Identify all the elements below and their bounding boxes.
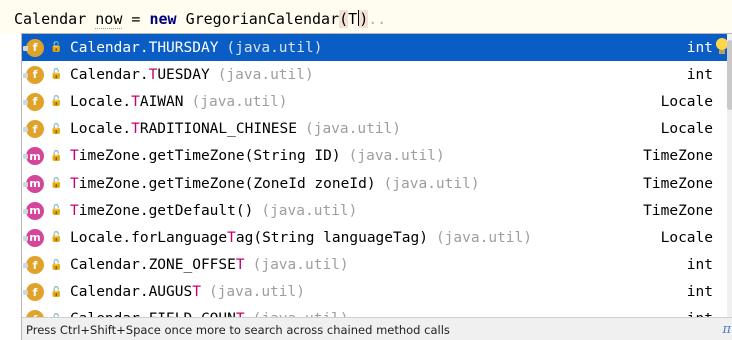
completion-item[interactable]: m 🔓 Locale.forLanguageTag(String languageT…: [22, 224, 727, 251]
typed-text: T: [348, 10, 358, 28]
footer-hint: Press Ctrl+Shift+Space once more to sear…: [26, 322, 450, 337]
completion-item[interactable]: m 🔓 TimeZone.getTimeZone(ZoneId zoneId) (ja…: [22, 170, 727, 197]
completion-item-type: int: [686, 257, 713, 274]
completion-item[interactable]: f 🔓 Locale.TRADITIONAL_CHINESE (java.util) L…: [22, 116, 727, 143]
method-icon: m: [23, 228, 44, 247]
completion-item-type: TimeZone: [643, 202, 713, 219]
completion-item[interactable]: f 🔓 Calendar.ZONE_OFFSET (java.util) int: [22, 252, 727, 279]
completion-item-label: Locale.TRADITIONAL_CHINESE: [70, 121, 297, 138]
completion-item-label: TimeZone.getTimeZone(ZoneId zoneId): [70, 175, 376, 192]
open-paren: (: [339, 10, 349, 28]
completion-item[interactable]: f 🔓 Calendar.THURSDAY (java.util) int: [22, 34, 728, 62]
field-icon: f: [23, 120, 44, 139]
hint-dots: ..: [368, 10, 387, 28]
completion-item-type: Locale: [660, 121, 713, 138]
field-icon: f: [23, 256, 44, 275]
completion-item-label: Locale.TAIWAN: [70, 93, 184, 110]
completion-item-package: (java.util): [208, 284, 305, 301]
public-lock-icon: 🔓: [50, 205, 63, 217]
completion-item-label: Calendar.ZONE_OFFSET: [70, 257, 245, 274]
editor-line[interactable]: Calendar now = new GregorianCalendar(T).…: [0, 0, 732, 34]
method-icon: m: [23, 201, 44, 220]
completion-item-package: (java.util): [304, 121, 402, 138]
completion-scrollbar[interactable]: [727, 34, 732, 317]
completion-item-label: Locale.forLanguageTag(String languageTag…: [70, 229, 428, 246]
new-keyword: new: [149, 10, 177, 28]
public-lock-icon: 🔓: [50, 259, 63, 271]
close-paren: ): [359, 10, 369, 28]
field-icon: f: [23, 283, 44, 302]
variable-token: now: [95, 10, 123, 29]
completion-item-type: Locale: [660, 93, 713, 110]
matched-char: T: [192, 284, 201, 301]
type-token: Calendar: [14, 10, 87, 28]
matched-char: T: [70, 148, 79, 165]
completion-item-type: TimeZone: [643, 175, 713, 192]
completion-item-label: Calendar.TUESDAY: [70, 66, 210, 83]
matched-char: T: [70, 175, 79, 192]
completion-item-type: Locale: [660, 229, 713, 246]
matched-char: T: [70, 202, 79, 219]
completion-item[interactable]: f 🔓 Locale.TAIWAN (java.util) Locale: [22, 88, 727, 115]
completion-item-package: (java.util): [252, 257, 349, 274]
completion-item-package: (java.util): [226, 39, 323, 56]
completion-item[interactable]: f 🔓 Calendar.AUGUST (java.util) int: [22, 279, 727, 306]
completion-item-type: TimeZone: [643, 148, 713, 165]
public-lock-icon: 🔓: [50, 123, 63, 135]
completion-item-package: (java.util): [348, 148, 445, 165]
matched-char: T: [148, 66, 158, 83]
public-lock-icon: 🔓: [50, 42, 63, 54]
completion-item[interactable]: f 🔓 Calendar.TUESDAY (java.util) int: [22, 61, 727, 88]
completion-item-type: int: [686, 39, 713, 56]
completion-item-label: TimeZone.getTimeZone(String ID): [70, 148, 341, 165]
pi-symbol: π: [722, 322, 731, 337]
public-lock-icon: 🔓: [50, 178, 63, 190]
completion-item-package: (java.util): [383, 175, 480, 192]
constructor-token: GregorianCalendar: [185, 10, 340, 28]
completion-item-package: (java.util): [217, 66, 314, 83]
public-lock-icon: 🔓: [50, 69, 63, 81]
completion-list: f 🔓 Calendar.THURSDAY (java.util) int f 🔓 Calen…: [22, 34, 728, 333]
completion-item[interactable]: m 🔓 TimeZone.getDefault() (java.util) TimeZo…: [22, 197, 727, 224]
method-icon: m: [23, 147, 44, 166]
scrollbar-thumb[interactable]: [727, 40, 732, 110]
field-icon: f: [23, 65, 44, 84]
matched-char: T: [131, 93, 140, 110]
completion-item-label: Calendar.THURSDAY: [70, 39, 219, 56]
assign-token: =: [131, 10, 141, 28]
completion-item-label: TimeZone.getDefault(): [70, 202, 254, 219]
completion-item-type: int: [686, 66, 713, 83]
matched-char: T: [148, 39, 158, 56]
completion-item-label: Calendar.AUGUST: [70, 284, 201, 301]
completion-item-package: (java.util): [435, 229, 532, 246]
completion-item-type: int: [686, 284, 713, 301]
public-lock-icon: 🔓: [50, 150, 63, 162]
completion-item-package: (java.util): [191, 93, 288, 110]
public-lock-icon: 🔓: [50, 286, 63, 298]
completion-footer: Press Ctrl+Shift+Space once more to sear…: [22, 317, 732, 340]
public-lock-icon: 🔓: [50, 96, 63, 108]
matched-char: T: [235, 257, 245, 274]
completion-item-package: (java.util): [261, 202, 358, 219]
matched-char: T: [227, 229, 236, 246]
code-statement[interactable]: Calendar now = new GregorianCalendar(T).…: [14, 10, 387, 29]
field-icon: f: [23, 92, 44, 111]
matched-char: T: [131, 121, 140, 138]
public-lock-icon: 🔓: [50, 232, 63, 244]
method-icon: m: [23, 174, 44, 193]
field-icon: f: [23, 38, 44, 57]
completion-item[interactable]: m 🔓 TimeZone.getTimeZone(String ID) (java.u…: [22, 143, 727, 170]
completion-popup[interactable]: f 🔓 Calendar.THURSDAY (java.util) int f 🔓 Calen…: [21, 33, 732, 340]
